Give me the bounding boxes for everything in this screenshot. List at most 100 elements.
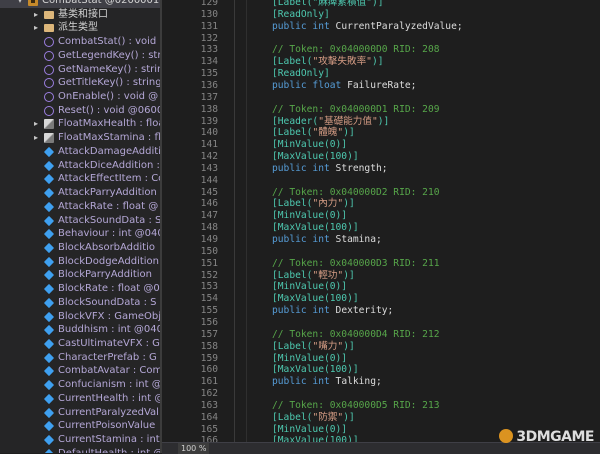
code-line[interactable]: 154 [MaxValue(100)] — [162, 293, 600, 305]
code-line[interactable]: 160 [MaxValue(100)] — [162, 364, 600, 376]
code-line[interactable]: 130 [ReadOnly] — [162, 9, 600, 21]
tree-item[interactable]: BlockSoundData : S — [0, 296, 160, 310]
code-token-attr: [Label( — [272, 127, 313, 139]
code-text: public int Dexterity; — [272, 305, 393, 317]
code-line[interactable]: 157 // Token: 0x040000D4 RID: 212 — [162, 329, 600, 341]
code-text: public int CurrentParalyzedValue; — [272, 21, 463, 33]
code-line[interactable]: 153 [MinValue(0)] — [162, 281, 600, 293]
code-line[interactable]: 142 [MaxValue(100)] — [162, 151, 600, 163]
tree-item[interactable]: ▸ FloatMaxStamina : flo — [0, 131, 160, 145]
code-line[interactable]: 145 // Token: 0x040000D2 RID: 210 — [162, 187, 600, 199]
code-line[interactable]: 158 [Label("嘴力")] — [162, 341, 600, 353]
line-number: 159 — [200, 352, 218, 364]
code-line[interactable]: 156 — [162, 317, 600, 329]
code-line[interactable]: 152 [Label("輕功")] — [162, 270, 600, 282]
tree-item[interactable]: BlockAbsorbAdditio — [0, 241, 160, 255]
tree-item-label: 派生类型 — [58, 22, 98, 34]
tree-item[interactable]: BlockDodgeAddition — [0, 255, 160, 269]
tree-item[interactable]: GetTitleKey() : string — [0, 76, 160, 90]
tree-item[interactable]: BlockRate : float @0 — [0, 282, 160, 296]
code-line[interactable]: 164 [Label("防禦")] — [162, 412, 600, 424]
tree-item[interactable]: AttackSoundData : S — [0, 214, 160, 228]
code-token-attr: )] — [343, 269, 355, 281]
tree-item[interactable]: BlockVFX : GameObj — [0, 310, 160, 324]
tree-item[interactable]: CurrentStamina : int — [0, 433, 160, 447]
watermark-text: 3DMGAME — [516, 429, 594, 445]
tree-item[interactable]: DefaultHealth : int @ — [0, 447, 160, 453]
tree-item[interactable]: ▸ 基类和接口 — [0, 8, 160, 22]
tree-item[interactable]: ▸ 派生类型 — [0, 21, 160, 35]
code-line[interactable]: 132 — [162, 33, 600, 45]
expand-arrow-icon[interactable]: ▸ — [32, 21, 40, 35]
collapse-arrow-icon[interactable]: ▾ — [16, 0, 24, 8]
tree-item[interactable]: CharacterPrefab : G — [0, 351, 160, 365]
tree-item[interactable]: BlockParryAddition — [0, 268, 160, 282]
code-line[interactable]: 139 [Header("基礎能力值")] — [162, 116, 600, 128]
tree-item[interactable]: AttackDamageAdditi — [0, 145, 160, 159]
tree-item[interactable]: CombatStat() : void @ — [0, 35, 160, 49]
tree-item[interactable]: CurrentParalyzedVal — [0, 406, 160, 420]
code-line[interactable]: 131 public int CurrentParalyzedValue; — [162, 21, 600, 33]
code-line[interactable]: 163 // Token: 0x040000D5 RID: 213 — [162, 400, 600, 412]
tree-item[interactable]: AttackEffectItem : Co — [0, 172, 160, 186]
tree-item[interactable]: Buddhism : int @040 — [0, 323, 160, 337]
tree-item[interactable]: CurrentPoisonValue — [0, 419, 160, 433]
line-number: 155 — [200, 305, 218, 317]
code-line[interactable]: 134 [Label("攻擊失敗率")] — [162, 56, 600, 68]
tree-item[interactable]: Confucianism : int @ — [0, 378, 160, 392]
tree-item[interactable]: Reset() : void @0600 — [0, 104, 160, 118]
code-token-attr: )] — [343, 411, 355, 423]
tree-item[interactable]: CurrentHealth : int @ — [0, 392, 160, 406]
site-watermark: 3DMGAME — [499, 429, 594, 445]
tree-item-label: BlockSoundData : S — [58, 296, 157, 308]
tree-item[interactable]: GetLegendKey() : string — [0, 49, 160, 63]
code-line[interactable]: 155 public int Dexterity; — [162, 305, 600, 317]
tree-item[interactable]: GetNameKey() : string — [0, 63, 160, 77]
expand-arrow-icon[interactable]: ▸ — [32, 117, 40, 131]
code-line[interactable]: 137 — [162, 92, 600, 104]
tree-item[interactable]: ▸ FloatMaxHealth : float — [0, 117, 160, 131]
code-token-kw: public int — [272, 376, 336, 388]
code-line[interactable]: 151 // Token: 0x040000D3 RID: 211 — [162, 258, 600, 270]
tree-item[interactable]: OnEnable() : void @ — [0, 90, 160, 104]
tree-item[interactable]: AttackRate : float @ — [0, 200, 160, 214]
method-icon — [44, 105, 54, 116]
code-token-str: "內力" — [312, 198, 344, 210]
code-line[interactable]: 148 [MaxValue(100)] — [162, 222, 600, 234]
code-token-comment: // Token: 0x040000D2 RID: 210 — [272, 186, 440, 198]
expand-arrow-icon[interactable]: ▸ — [32, 8, 40, 22]
tree-item[interactable]: AttackParryAddition — [0, 186, 160, 200]
tree-item-label: OnEnable() : void @ — [58, 91, 159, 103]
code-line[interactable]: 162 — [162, 388, 600, 400]
code-line[interactable]: 144 — [162, 175, 600, 187]
code-line[interactable]: 146 [Label("內力")] — [162, 198, 600, 210]
expand-arrow-icon[interactable]: ▸ — [32, 131, 40, 145]
code-line[interactable]: 141 [MinValue(0)] — [162, 139, 600, 151]
tree-item[interactable]: AttackDiceAddition : — [0, 159, 160, 173]
code-line[interactable]: 143 public int Strength; — [162, 163, 600, 175]
zoom-level-dropdown[interactable]: 100 % — [178, 443, 210, 454]
code-line[interactable]: 149 public int Stamina; — [162, 234, 600, 246]
code-line[interactable]: 159 [MinValue(0)] — [162, 353, 600, 365]
tree-item[interactable]: CombatAvatar : Com — [0, 364, 160, 378]
code-line[interactable]: 150 — [162, 246, 600, 258]
code-text: [MinValue(0)] — [272, 353, 347, 365]
code-text: [Label("防禦")] — [272, 412, 355, 424]
code-line[interactable]: 140 [Label("體魄")] — [162, 127, 600, 139]
tree-item-label: Reset() : void @0600 — [58, 104, 160, 116]
code-token-attr: )] — [377, 115, 390, 127]
code-editor[interactable]: 129 [Label("麻痺累積值")] 130 [ReadOnly] 131 publi… — [162, 0, 600, 453]
line-number: 161 — [200, 376, 218, 388]
folder-icon — [44, 10, 54, 19]
code-line[interactable]: 133 // Token: 0x040000D0 RID: 208 — [162, 44, 600, 56]
tree-item[interactable]: Behaviour : int @040 — [0, 227, 160, 241]
tree-item[interactable]: CastUltimateVFX : G — [0, 337, 160, 351]
code-line[interactable]: 136 public float FailureRate; — [162, 80, 600, 92]
code-line[interactable]: 138 // Token: 0x040000D1 RID: 209 — [162, 104, 600, 116]
code-line[interactable]: 147 [MinValue(0)] — [162, 210, 600, 222]
code-line[interactable]: 161 public int Talking; — [162, 376, 600, 388]
code-token-comment: // Token: 0x040000D1 RID: 209 — [272, 103, 440, 115]
assembly-tree-panel[interactable]: ▾ CombatStat @0200001C ▸ 基类和接口 ▸ 派生类型 CombatSt… — [0, 0, 160, 453]
code-line[interactable]: 129 [Label("麻痺累積值")] — [162, 0, 600, 9]
code-line[interactable]: 135 [ReadOnly] — [162, 68, 600, 80]
